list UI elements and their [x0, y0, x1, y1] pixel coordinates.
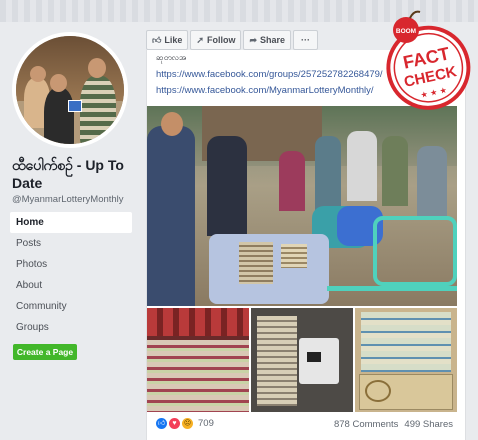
- page-handle[interactable]: @MyanmarLotteryMonthly: [12, 194, 124, 205]
- rss-icon: ➚: [196, 34, 204, 45]
- fact-check-stamp: FACT CHECK ★ ★ ★ BOOM: [386, 10, 471, 110]
- more-options-button[interactable]: ···: [293, 30, 319, 50]
- post-photo-main[interactable]: [147, 106, 457, 306]
- person-woman: [44, 88, 74, 144]
- love-reaction-icon: ♥: [169, 418, 180, 429]
- post-photo-cash-bundles[interactable]: [355, 308, 457, 412]
- reactions-summary[interactable]: 👍︎ ♥ ☹ 709: [156, 418, 214, 429]
- nav-item-home[interactable]: Home: [10, 212, 132, 233]
- thumbs-up-icon: 👍︎: [152, 34, 162, 45]
- shares-count[interactable]: 499 Shares: [404, 419, 453, 430]
- like-button[interactable]: 👍︎ Like: [146, 30, 189, 50]
- lottery-ticket: [68, 100, 82, 112]
- create-page-button[interactable]: Create a Page: [13, 344, 77, 360]
- plastic-chair: [373, 216, 457, 286]
- like-reaction-icon: 👍︎: [156, 418, 167, 429]
- page-action-bar: 👍︎ Like ➚ Follow ➦ Share ···: [146, 30, 319, 50]
- post-photo-money-counter[interactable]: [251, 308, 353, 412]
- post-text: ဆုတလအ: [156, 53, 187, 62]
- nav-item-community[interactable]: Community: [10, 296, 132, 317]
- reactions-count: 709: [198, 418, 214, 429]
- share-arrow-icon: ➦: [249, 34, 258, 45]
- profile-picture[interactable]: [12, 32, 128, 148]
- nav-item-photos[interactable]: Photos: [10, 254, 132, 275]
- nav-item-groups[interactable]: Groups: [10, 317, 132, 338]
- money-stack: [239, 242, 273, 284]
- left-sidebar: ထီပေါက်စဉ် - Up To Date @MyanmarLotteryM…: [0, 22, 140, 440]
- share-label: Share: [260, 35, 286, 45]
- post-photo-money-bricks[interactable]: [147, 308, 249, 412]
- woman-in-blue: [147, 126, 195, 306]
- comments-count[interactable]: 878 Comments: [334, 419, 398, 430]
- page-nav: Home Posts Photos About Community Groups: [10, 212, 132, 338]
- follow-button[interactable]: ➚ Follow: [190, 30, 242, 50]
- stamp-boom: BOOM: [396, 28, 416, 35]
- nav-item-posts[interactable]: Posts: [10, 233, 132, 254]
- nav-item-about[interactable]: About: [10, 275, 132, 296]
- sad-reaction-icon: ☹: [182, 418, 193, 429]
- page-title[interactable]: ထီပေါက်စဉ် - Up To Date: [12, 156, 136, 192]
- engagement-stats: 878 Comments 499 Shares: [334, 419, 453, 430]
- person-man: [80, 76, 116, 144]
- post-link-group[interactable]: https://www.facebook.com/groups/25725278…: [156, 69, 383, 80]
- share-button[interactable]: ➦ Share: [243, 30, 292, 50]
- post-link-page[interactable]: https://www.facebook.com/MyanmarLotteryM…: [156, 85, 374, 96]
- like-label: Like: [164, 35, 183, 45]
- follow-label: Follow: [206, 35, 236, 45]
